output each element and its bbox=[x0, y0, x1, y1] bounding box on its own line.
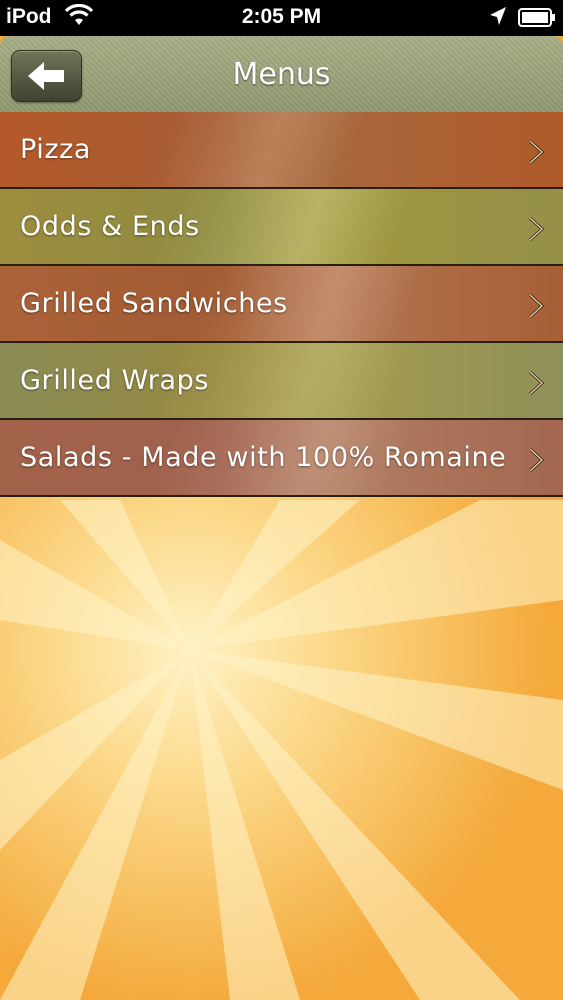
chevron-right-icon bbox=[527, 447, 545, 477]
menu-item-pizza[interactable]: Pizza bbox=[0, 112, 563, 189]
menu-item-odds-ends[interactable]: Odds & Ends bbox=[0, 189, 563, 266]
menu-item-salads[interactable]: Salads - Made with 100% Romaine bbox=[0, 420, 563, 497]
menu-item-label: Grilled Wraps bbox=[20, 365, 209, 396]
status-bar: iPod 2:05 PM bbox=[0, 0, 563, 36]
menu-item-grilled-sandwiches[interactable]: Grilled Sandwiches bbox=[0, 266, 563, 343]
battery-icon bbox=[518, 8, 555, 27]
chevron-right-icon bbox=[527, 293, 545, 323]
menu-item-label: Odds & Ends bbox=[20, 211, 200, 242]
menu-item-label: Grilled Sandwiches bbox=[20, 288, 288, 319]
chevron-right-icon bbox=[527, 216, 545, 246]
menu-item-grilled-wraps[interactable]: Grilled Wraps bbox=[0, 343, 563, 420]
menu-item-label: Salads - Made with 100% Romaine bbox=[20, 442, 507, 473]
menu-list: Pizza Odds & Ends Grilled Sandwiches Gri… bbox=[0, 112, 563, 497]
page-title: Menus bbox=[232, 57, 331, 92]
chevron-right-icon bbox=[527, 139, 545, 169]
status-time: 2:05 PM bbox=[241, 5, 322, 28]
chevron-right-icon bbox=[527, 370, 545, 400]
navigation-bar: Menus bbox=[0, 36, 563, 114]
location-arrow-icon bbox=[489, 6, 507, 31]
menu-item-label: Pizza bbox=[20, 134, 92, 165]
